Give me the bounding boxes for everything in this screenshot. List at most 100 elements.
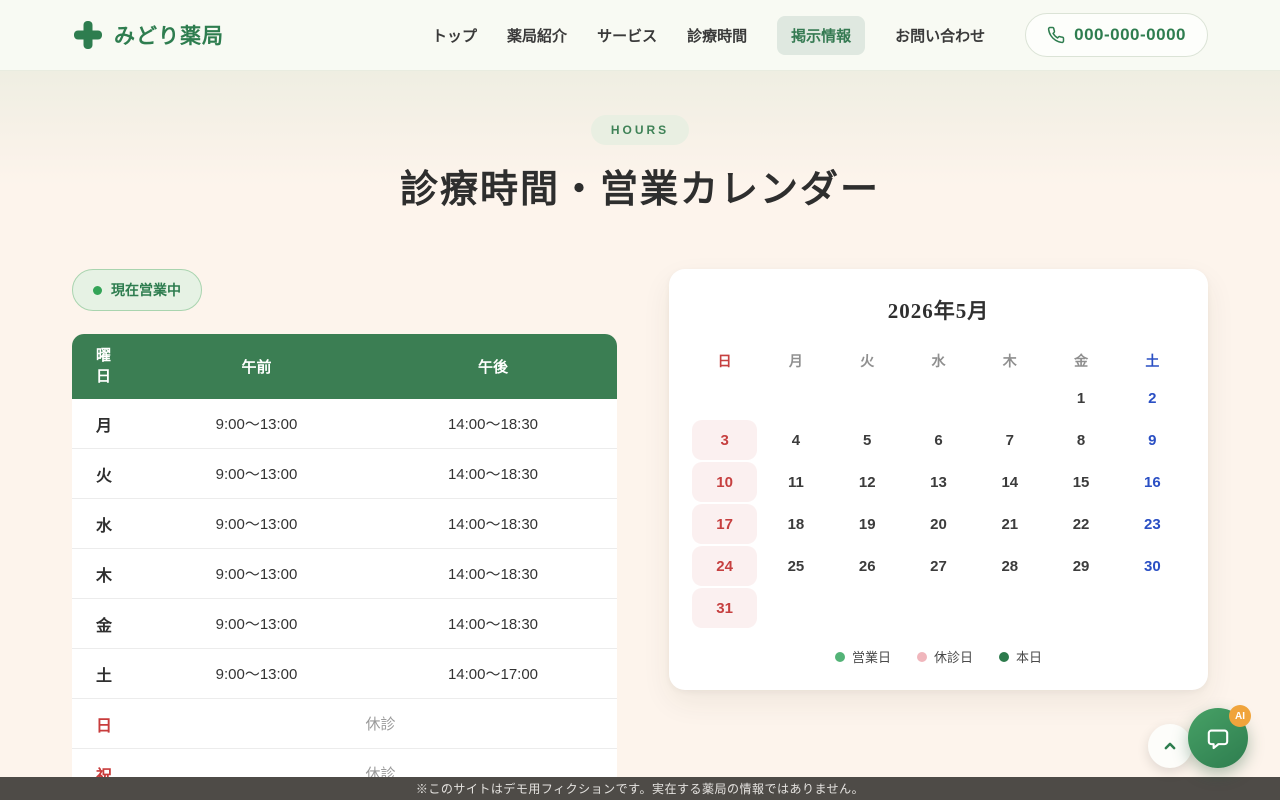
hours-table: 曜日 午前 午後 月 9:00〜13:00 14:00〜18:30 火 bbox=[72, 334, 617, 799]
table-row-thu: 木 9:00〜13:00 14:00〜18:30 bbox=[72, 549, 617, 599]
logo[interactable]: みどり薬局 bbox=[72, 19, 224, 51]
calendar-cell: 22 bbox=[1048, 504, 1113, 544]
nav-item-about[interactable]: 薬局紹介 bbox=[507, 25, 567, 46]
calendar-cell: 21 bbox=[977, 504, 1042, 544]
calendar-cell: 2 bbox=[1120, 378, 1185, 418]
disclaimer-text: ※このサイトはデモ用フィクションです。実在する薬局の情報ではありません。 bbox=[416, 780, 864, 797]
weekday-header-thu: 木 bbox=[974, 345, 1045, 377]
calendar-cell-closed: 10 bbox=[692, 462, 757, 502]
legend-open-day: 営業日 bbox=[835, 647, 891, 666]
open-status-dot-icon bbox=[93, 286, 102, 295]
calendar-cell bbox=[835, 378, 900, 418]
open-status-badge: 現在営業中 bbox=[72, 269, 202, 311]
table-row-wed: 水 9:00〜13:00 14:00〜18:30 bbox=[72, 499, 617, 549]
hero: HOURS 診療時間・営業カレンダー bbox=[0, 115, 1280, 213]
calendar-cell bbox=[763, 378, 828, 418]
calendar-cell: 13 bbox=[906, 462, 971, 502]
nav-item-contact[interactable]: お問い合わせ bbox=[895, 25, 985, 46]
legend-closed-dot-icon bbox=[917, 652, 927, 662]
nav-item-news-active[interactable]: 掲示情報 bbox=[777, 16, 865, 55]
calendar-cell: 7 bbox=[977, 420, 1042, 460]
main-section: HOURS 診療時間・営業カレンダー 現在営業中 曜日 午前 午後 bbox=[0, 71, 1280, 800]
calendar-cell: 12 bbox=[835, 462, 900, 502]
table-row-tue: 火 9:00〜13:00 14:00〜18:30 bbox=[72, 449, 617, 499]
calendar-cell bbox=[692, 378, 757, 418]
legend-today-dot-icon bbox=[999, 652, 1009, 662]
ai-badge: AI bbox=[1229, 705, 1251, 727]
plus-icon bbox=[72, 19, 104, 51]
footer-disclaimer-bar: ※このサイトはデモ用フィクションです。実在する薬局の情報ではありません。 bbox=[0, 777, 1280, 800]
calendar-cell bbox=[906, 588, 971, 628]
col-header-pm: 午後 bbox=[369, 334, 617, 399]
main-nav: トップ 薬局紹介 サービス 診療時間 掲示情報 お問い合わせ bbox=[432, 16, 985, 55]
calendar-legend: 営業日 休診日 本日 bbox=[689, 647, 1188, 666]
open-status-label: 現在営業中 bbox=[111, 280, 181, 300]
calendar-cell: 29 bbox=[1048, 546, 1113, 586]
table-row-sat: 土 9:00〜13:00 14:00〜17:00 bbox=[72, 649, 617, 699]
nav-item-services[interactable]: サービス bbox=[597, 25, 657, 46]
phone-icon bbox=[1047, 26, 1065, 44]
content-columns: 現在営業中 曜日 午前 午後 月 9:00〜13:00 bbox=[0, 269, 1280, 799]
hours-column: 現在営業中 曜日 午前 午後 月 9:00〜13:00 bbox=[72, 269, 617, 799]
phone-button[interactable]: 000-000-0000 bbox=[1025, 13, 1208, 57]
calendar-cell-closed: 17 bbox=[692, 504, 757, 544]
page-title: 診療時間・営業カレンダー bbox=[0, 158, 1280, 213]
calendar-cell: 8 bbox=[1048, 420, 1113, 460]
calendar-cell bbox=[1048, 588, 1113, 628]
col-header-day: 曜日 bbox=[72, 334, 144, 399]
calendar-cell bbox=[1120, 588, 1185, 628]
calendar-cell: 26 bbox=[835, 546, 900, 586]
col-header-am: 午前 bbox=[144, 334, 369, 399]
table-row-sun: 日 休診 bbox=[72, 699, 617, 749]
calendar-cell: 1 bbox=[1048, 378, 1113, 418]
chevron-up-icon bbox=[1160, 736, 1180, 756]
header: みどり薬局 トップ 薬局紹介 サービス 診療時間 掲示情報 お問い合わせ 000… bbox=[0, 0, 1280, 71]
calendar-cell-closed: 24 bbox=[692, 546, 757, 586]
calendar-cell bbox=[977, 378, 1042, 418]
weekday-header-wed: 水 bbox=[903, 345, 974, 377]
calendar-cell: 4 bbox=[763, 420, 828, 460]
calendar-cell bbox=[906, 378, 971, 418]
weekday-header-mon: 月 bbox=[760, 345, 831, 377]
nav-item-hours[interactable]: 診療時間 bbox=[687, 25, 747, 46]
calendar-cell: 18 bbox=[763, 504, 828, 544]
table-row-fri: 金 9:00〜13:00 14:00〜18:30 bbox=[72, 599, 617, 649]
calendar-cell: 15 bbox=[1048, 462, 1113, 502]
ai-chat-button[interactable]: AI bbox=[1188, 708, 1248, 768]
phone-number: 000-000-0000 bbox=[1074, 25, 1186, 45]
logo-text: みどり薬局 bbox=[114, 20, 224, 50]
calendar-cell bbox=[977, 588, 1042, 628]
calendar-cell: 25 bbox=[763, 546, 828, 586]
calendar-cell: 20 bbox=[906, 504, 971, 544]
calendar-cell: 11 bbox=[763, 462, 828, 502]
calendar-cell: 5 bbox=[835, 420, 900, 460]
calendar-cell-closed: 31 bbox=[692, 588, 757, 628]
hours-eyebrow-badge: HOURS bbox=[591, 115, 689, 145]
calendar-card: 2026年5月 日 月 火 水 木 金 土 1 2 3 bbox=[669, 269, 1208, 690]
weekday-header-sun: 日 bbox=[689, 345, 760, 377]
calendar-cell: 23 bbox=[1120, 504, 1185, 544]
calendar-cell: 19 bbox=[835, 504, 900, 544]
hours-table-header-row: 曜日 午前 午後 bbox=[72, 334, 617, 399]
calendar-cell: 9 bbox=[1120, 420, 1185, 460]
calendar-cell: 6 bbox=[906, 420, 971, 460]
legend-closed-day: 休診日 bbox=[917, 647, 973, 666]
calendar-cell bbox=[835, 588, 900, 628]
nav-item-top[interactable]: トップ bbox=[432, 25, 477, 46]
calendar-month-title: 2026年5月 bbox=[689, 295, 1188, 325]
calendar-cell: 16 bbox=[1120, 462, 1185, 502]
weekday-header-fri: 金 bbox=[1045, 345, 1116, 377]
calendar-cell: 30 bbox=[1120, 546, 1185, 586]
calendar-cell bbox=[763, 588, 828, 628]
legend-open-dot-icon bbox=[835, 652, 845, 662]
page: みどり薬局 トップ 薬局紹介 サービス 診療時間 掲示情報 お問い合わせ 000… bbox=[0, 0, 1280, 800]
scroll-to-top-button[interactable] bbox=[1148, 724, 1192, 768]
calendar-cell: 14 bbox=[977, 462, 1042, 502]
weekday-header-sat: 土 bbox=[1117, 345, 1188, 377]
calendar-cell: 27 bbox=[906, 546, 971, 586]
table-row-mon: 月 9:00〜13:00 14:00〜18:30 bbox=[72, 399, 617, 449]
calendar-cell: 28 bbox=[977, 546, 1042, 586]
legend-today: 本日 bbox=[999, 647, 1042, 666]
calendar-cell-closed: 3 bbox=[692, 420, 757, 460]
chat-bubble-icon bbox=[1204, 724, 1232, 752]
